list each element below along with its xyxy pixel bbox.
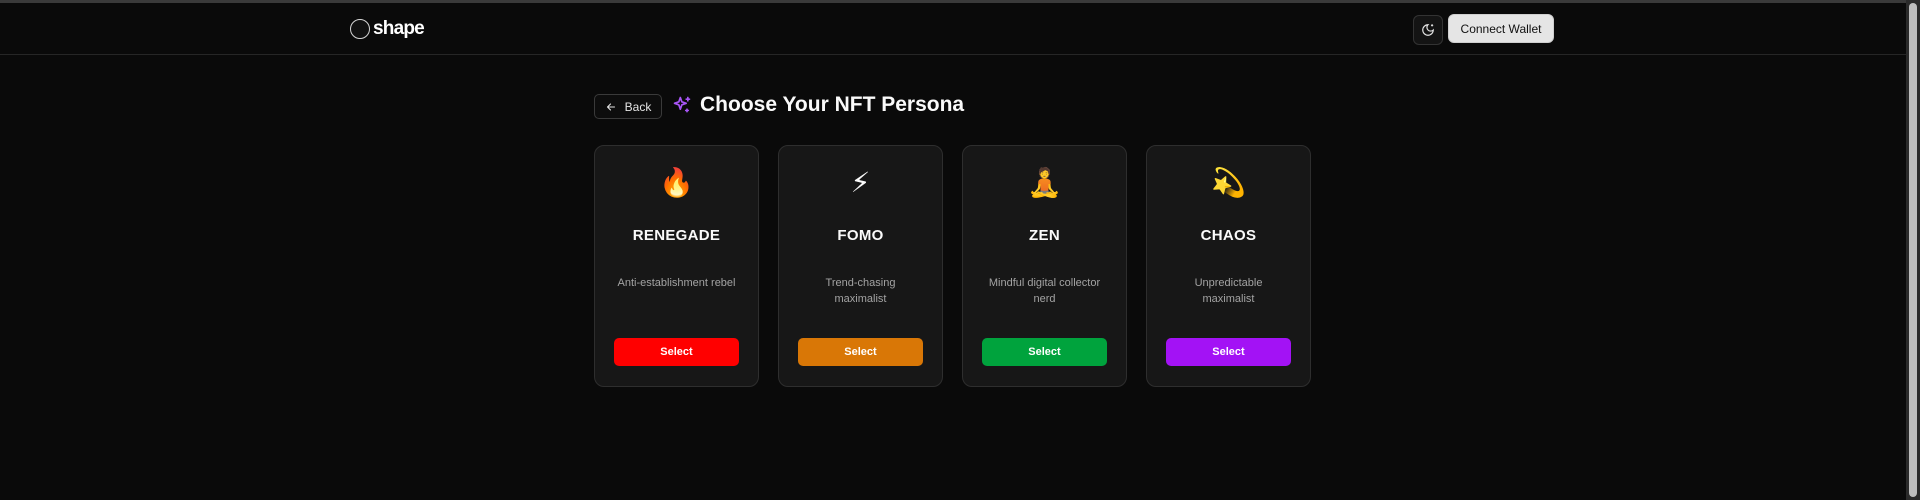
select-button[interactable]: Select (798, 338, 923, 366)
lightning-icon: ⚡ (850, 167, 871, 198)
select-button[interactable]: Select (614, 338, 739, 366)
persona-description: Unpredictable maximalist (1194, 277, 1263, 305)
persona-card-fomo[interactable]: ⚡ FOMO Trend-chasing maximalist Select (778, 145, 943, 387)
dizzy-star-icon: 💫 (1211, 167, 1246, 198)
persona-card-chaos[interactable]: 💫 CHAOS Unpredictable maximalist Select (1146, 145, 1311, 387)
page-title: Choose Your NFT Persona (700, 93, 965, 116)
page-heading: Choose Your NFT Persona (672, 93, 964, 117)
logo-circle-icon (350, 19, 370, 39)
persona-card-zen[interactable]: 🧘 ZEN Mindful digital collector nerd Select (962, 145, 1127, 387)
sparkles-icon (673, 96, 691, 113)
fire-icon: 🔥 (659, 167, 694, 198)
select-button[interactable]: Select (982, 338, 1107, 366)
arrow-left-icon (606, 102, 615, 111)
persona-description: Anti-establishment rebel (617, 277, 736, 289)
logo[interactable]: shape (350, 18, 425, 40)
logo-text: shape (373, 18, 425, 39)
persona-name: ZEN (1029, 227, 1060, 244)
theme-toggle-button[interactable] (1413, 15, 1443, 45)
select-button[interactable]: Select (1166, 338, 1291, 366)
persona-card-grid: 🔥 RENEGADE Anti-establishment rebel Select ⚡… (594, 145, 1311, 387)
back-button[interactable]: Back (594, 94, 662, 119)
persona-name: RENEGADE (632, 227, 721, 244)
scrollbar[interactable] (1906, 0, 1920, 500)
persona-name: FOMO (837, 227, 884, 244)
scrollbar-thumb[interactable] (1909, 3, 1917, 497)
persona-card-renegade[interactable]: 🔥 RENEGADE Anti-establishment rebel Select (594, 145, 759, 387)
back-label: Back (624, 99, 652, 114)
persona-name: CHAOS (1200, 227, 1257, 244)
persona-description: Trend-chasing maximalist (825, 277, 896, 305)
top-navbar: shape Connect Wallet (0, 3, 1906, 55)
moon-sun-icon (1422, 24, 1434, 36)
persona-description: Mindful digital collector nerd (988, 277, 1101, 305)
connect-wallet-button[interactable]: Connect Wallet (1448, 14, 1554, 43)
meditation-icon: 🧘 (1027, 167, 1062, 198)
